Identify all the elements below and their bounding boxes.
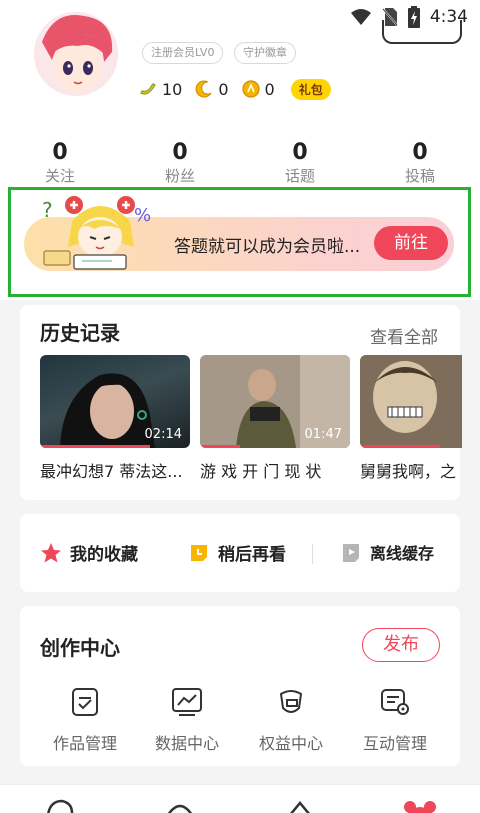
coin-count: 0 [264,79,275,99]
interaction-management-button[interactable]: 互动管理 [350,684,440,754]
history-list: 02:14 最冲幻想7 蒂法这... 01:47 游 戏 开 门 现 状 舅舅我… [40,355,462,482]
rights-icon [279,690,303,713]
history-video[interactable]: 舅舅我啊，之 [360,355,462,482]
wifi-icon [350,9,371,25]
chart-icon [172,688,202,716]
offline-cache-button[interactable]: 离线缓存 [340,540,434,564]
watch-progress-bar [40,445,150,448]
see-all-link[interactable]: 查看全部 [370,323,438,348]
works-icon [72,688,98,716]
publish-button[interactable]: 发布 [362,628,440,662]
stat-topics[interactable]: 0 话题 [255,140,345,186]
status-time: 4:34 [429,7,468,27]
watch-progress-bar [360,445,440,448]
stat-label: 粉丝 [164,167,195,185]
svg-text:%: % [134,205,151,226]
creation-title: 创作中心 [40,636,120,660]
banana-currency[interactable]: 10 [138,79,182,99]
watch-later-button[interactable]: 稍后再看 [188,540,286,565]
history-title: 历史记录 [40,321,120,345]
video-thumbnail: 01:47 [200,355,350,448]
moon-icon [195,80,212,98]
watch-progress-bar [200,445,240,448]
stats-row: 0 关注 0 粉丝 0 话题 0 投稿 [0,140,480,188]
coin-currency[interactable]: 0 [241,79,275,99]
stat-fans[interactable]: 0 粉丝 [135,140,225,186]
history-video[interactable]: 01:47 游 戏 开 门 现 状 [200,355,350,482]
star-icon [41,542,61,562]
interaction-icon [381,689,409,715]
moon-count: 0 [218,79,229,99]
gift-badge[interactable]: 礼包 [290,78,331,100]
banana-count: 10 [162,79,183,99]
video-duration: 02:14 [144,427,182,442]
status-bar: 4:34 [0,0,480,34]
stat-value: 0 [52,140,68,165]
watch-later-label: 稍后再看 [218,545,286,565]
video-duration: 01:47 [304,427,342,442]
svg-text:?: ? [42,198,53,222]
quick-actions-row: 我的收藏 稍后再看 离线缓存 [20,514,460,592]
clock-icon [191,544,207,561]
stat-value: 0 [172,140,188,165]
guard-badge-tag[interactable]: 守护徽章 [234,42,296,64]
member-level-tag[interactable]: 注册会员LV0 [142,42,224,64]
favorites-button[interactable]: 我的收藏 [40,540,138,565]
video-title: 最冲幻想7 蒂法这... [40,462,183,481]
banner-highlight-frame: ? % 答题就可以成为会员啦... 前往 [8,187,471,297]
banana-icon [140,83,156,95]
currency-row: 10 0 0 礼包 [138,78,331,100]
banner-text: 答题就可以成为会员啦... [174,237,361,257]
coin-icon [241,80,260,98]
history-card: 历史记录 查看全部 02:14 最冲幻想7 蒂法这... 01:47 游 戏 开… [20,305,462,500]
rights-center-button[interactable]: 权益中心 [246,684,336,754]
stat-value: 0 [412,140,428,165]
offline-cache-label: 离线缓存 [370,544,435,563]
interaction-label: 互动管理 [362,734,427,753]
stat-label: 关注 [44,167,75,185]
data-center-label: 数据中心 [154,734,219,753]
divider [312,544,313,564]
video-title: 游 戏 开 门 现 状 [200,462,322,481]
moon-currency[interactable]: 0 [194,79,229,99]
quick-actions-card: 我的收藏 稍后再看 离线缓存 [20,514,460,592]
stat-value: 0 [292,140,308,165]
creation-center-card: 创作中心 发布 作品管理 数据中心 权益中心 互动管理 [20,606,460,766]
stat-submissions[interactable]: 0 投稿 [375,140,465,186]
me-nav-icon[interactable] [402,799,438,813]
stat-label: 话题 [284,167,315,185]
data-center-button[interactable]: 数据中心 [142,684,232,754]
works-label: 作品管理 [52,734,117,753]
video-thumbnail [360,355,462,448]
works-management-button[interactable]: 作品管理 [40,684,130,754]
mascot-illustration: ? % [42,196,151,270]
rights-center-label: 权益中心 [258,734,323,753]
video-title: 舅舅我啊，之 [360,462,457,481]
favorites-label: 我的收藏 [70,545,138,565]
quiz-banner[interactable]: ? % 答题就可以成为会员啦... 前往 [24,196,454,271]
stat-label: 投稿 [404,167,435,185]
battery-charging-icon [407,6,420,28]
bottom-nav [0,784,480,813]
stat-following[interactable]: 0 关注 [15,140,105,186]
home-nav-icon[interactable] [44,799,76,813]
video-thumbnail: 02:14 [40,355,190,448]
go-button[interactable]: 前往 [374,226,448,260]
no-sim-icon [382,8,398,26]
dynamic-nav-icon[interactable] [284,799,316,813]
history-video[interactable]: 02:14 最冲幻想7 蒂法这... [40,355,190,482]
channel-nav-icon[interactable] [164,799,196,813]
download-icon [343,544,359,562]
